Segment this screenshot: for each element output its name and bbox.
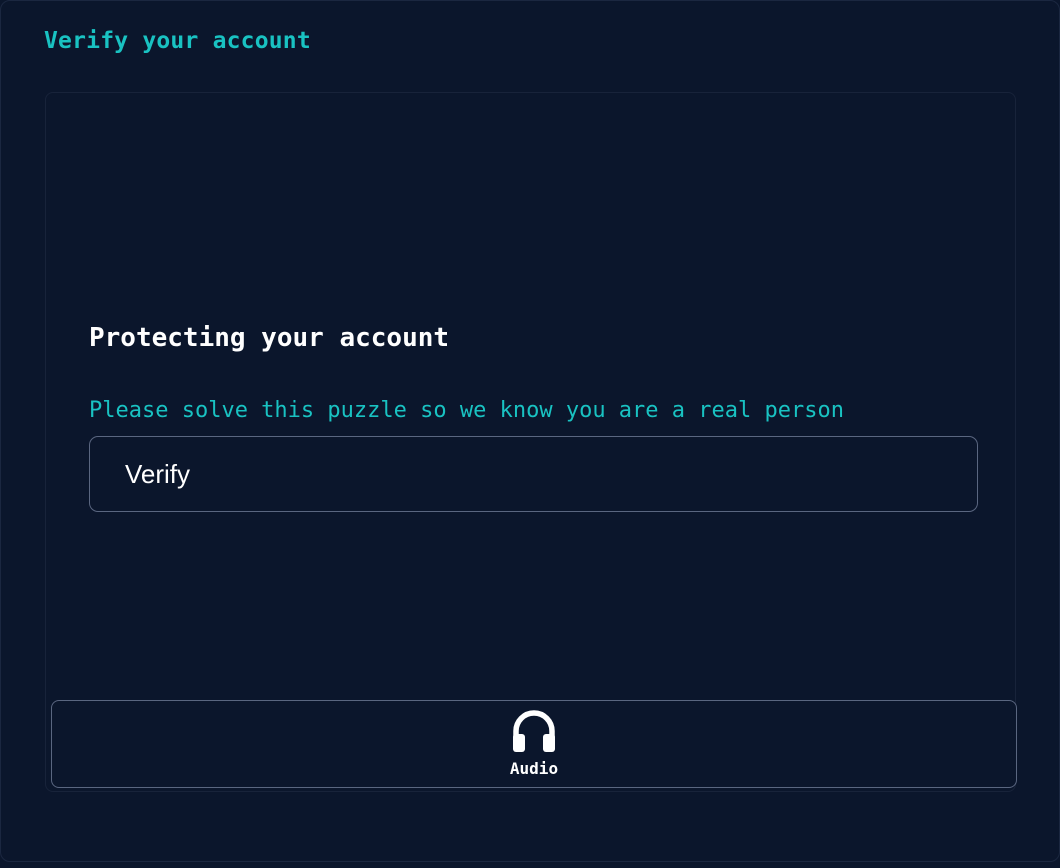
audio-button-label: Audio	[509, 759, 559, 778]
page-title: Verify your account	[44, 28, 311, 54]
challenge-title: Protecting your account	[89, 323, 450, 353]
audio-challenge-button[interactable]: Audio	[51, 700, 1017, 788]
challenge-subtitle: Please solve this puzzle so we know you …	[89, 398, 844, 423]
verify-button-label: Verify	[125, 459, 191, 489]
headphones-icon	[513, 710, 555, 752]
verification-panel: Verify your account Protecting your acco…	[0, 0, 1060, 862]
verify-button[interactable]: Verify	[89, 436, 978, 512]
